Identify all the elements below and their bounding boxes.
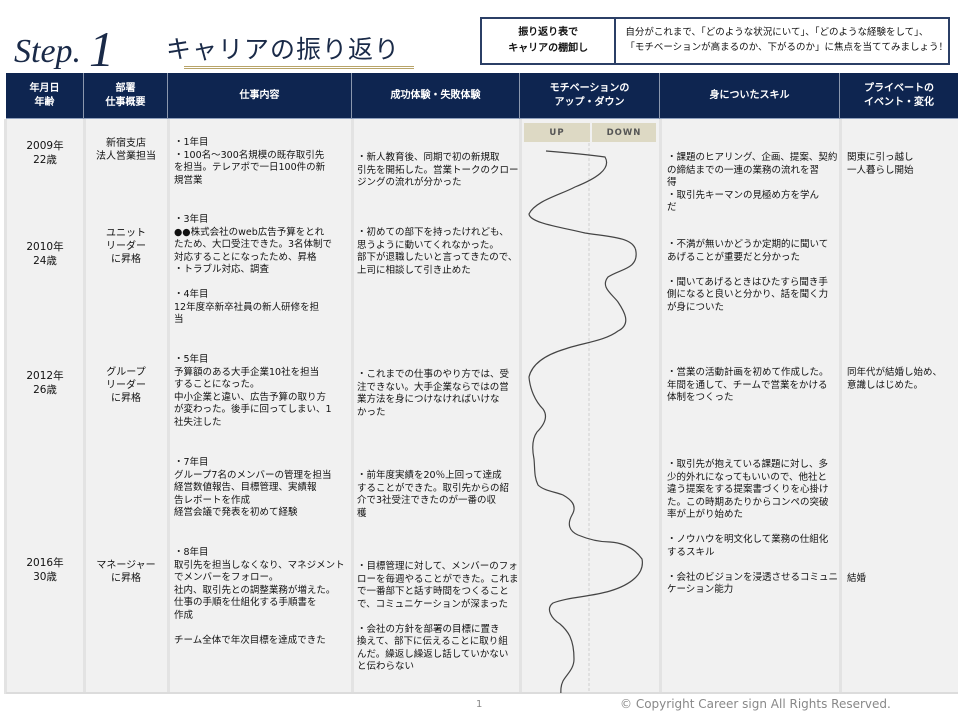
step-number: 1	[89, 21, 115, 77]
success-failure-entry: ・前年度実績を20％上回って達成 することができた。取引先からの紹 介で3社受注…	[357, 470, 510, 519]
copyright-notice: © Copyright Career sign All Rights Reser…	[620, 697, 891, 711]
row-department: グループ リーダー に昇格	[106, 367, 146, 404]
column-header-work-content: 仕事内容	[168, 73, 352, 119]
success-failure-entry: ・これまでの仕事のやり方では、受 注できない。大手企業ならではの営 業方法を身に…	[357, 369, 510, 418]
private-event-entry: 結婚	[847, 573, 867, 584]
motivation-curve-chart	[528, 143, 643, 693]
success-failure-entry: ・新人教育後、同期で初の新規取 引先を開拓した。営業トークのクロー ジングの流れ…	[357, 152, 519, 188]
column-header-department: 部署 仕事概要	[84, 73, 168, 119]
private-event-entry: 同年代が結婚し始め、 意識しはじめた。	[847, 367, 943, 391]
motivation-curve-line	[528, 150, 643, 693]
work-content-entry: ・3年目 ●●株式会社のweb広告予算をとれ たため、大口受注できた。3名体制で…	[174, 214, 333, 325]
instruction-label: 振り返り表で キャリアの棚卸し	[482, 19, 617, 63]
skill-entry: ・取引先が抱えている課題に対し、多 少的外れになってもいいので、他社と 違う提案…	[667, 459, 839, 595]
row-date: 2016年 30歳	[26, 557, 64, 583]
career-review-table: 年月日 年齢 部署 仕事概要 仕事内容 成功体験・失敗体験 モチベーションの ア…	[4, 73, 958, 694]
work-content-entry: ・1年目 ・100名～300名規模の既存取引先 を担当。テレアポで一日100件の…	[174, 137, 326, 186]
column-header-date: 年月日 年齢	[6, 73, 84, 119]
skill-entry: ・営業の活動計画を初めて作成した。 年間を通して、チームで営業をかける 体制をつ…	[667, 367, 829, 403]
page-number: 1	[476, 699, 483, 710]
row-department: マネージャー に昇格	[96, 560, 156, 584]
table-header: 年月日 年齢 部署 仕事概要 仕事内容 成功体験・失敗体験 モチベーションの ア…	[6, 73, 958, 119]
column-header-skills: 身についたスキル	[660, 73, 840, 119]
row-department: 新宿支店 法人営業担当	[96, 138, 156, 162]
column-header-motivation: モチベーションの アップ・ダウン	[520, 73, 660, 119]
column-divider	[167, 119, 170, 694]
success-failure-entry: ・目標管理に対して、メンバーのフォ ローを毎週やることができた。これま で一番部…	[357, 561, 519, 672]
row-department: ユニット リーダー に昇格	[106, 228, 146, 265]
success-failure-entry: ・初めての部下を持ったけれども、 思うように動いてくれなかった。 部下が退職した…	[357, 227, 518, 276]
work-content-entry: ・8年目 取引先を担当しなくなり、マネジメント でメンバーをフォロー。 社内、取…	[174, 547, 345, 646]
row-date: 2012年 26歳	[26, 370, 64, 396]
step-label: Step.	[14, 33, 82, 70]
row-date: 2009年 22歳	[26, 140, 64, 166]
column-divider	[83, 119, 86, 694]
step-heading: Step. 1	[14, 16, 115, 77]
page-subtitle: キャリアの振り返り	[166, 35, 401, 64]
column-divider	[4, 119, 7, 694]
private-event-entry: 関東に引っ越し 一人暮らし開始	[847, 152, 914, 176]
work-content-entry: ・7年目 グループ7名のメンバーの管理を担当 経営数値報告、目標管理、実績報 告…	[174, 457, 332, 518]
instruction-label-text: 振り返り表で キャリアの棚卸し	[508, 27, 589, 54]
instruction-text: 自分がこれまで、「どのような状況にいて」、「どのような経験をして」、 「モチベー…	[625, 27, 948, 53]
work-content-entry: ・5年目 予算額のある大手企業10社を担当 することになった。 中小企業と違い、…	[174, 354, 332, 428]
skill-entry: ・課題のヒアリング、企画、提案、契約 の締結までの一連の業務の流れを習 得 ・取…	[667, 152, 838, 213]
column-divider	[351, 119, 354, 694]
instruction-box: 振り返り表で キャリアの棚卸し 自分がこれまで、「どのような状況にいて」、「どの…	[480, 17, 950, 65]
row-date: 2010年 24歳	[26, 241, 64, 267]
column-header-private-events: プライベートの イベント・変化	[864, 83, 934, 108]
subtitle-underline	[184, 66, 414, 69]
column-header-success-failure: 成功体験・失敗体験	[352, 73, 520, 119]
column-divider	[839, 119, 842, 694]
skill-entry: ・不満が無いかどうか定期的に聞いて あげることが重要だと分かった ・聞いてあげる…	[667, 239, 829, 313]
table-bottom-border	[6, 692, 958, 694]
